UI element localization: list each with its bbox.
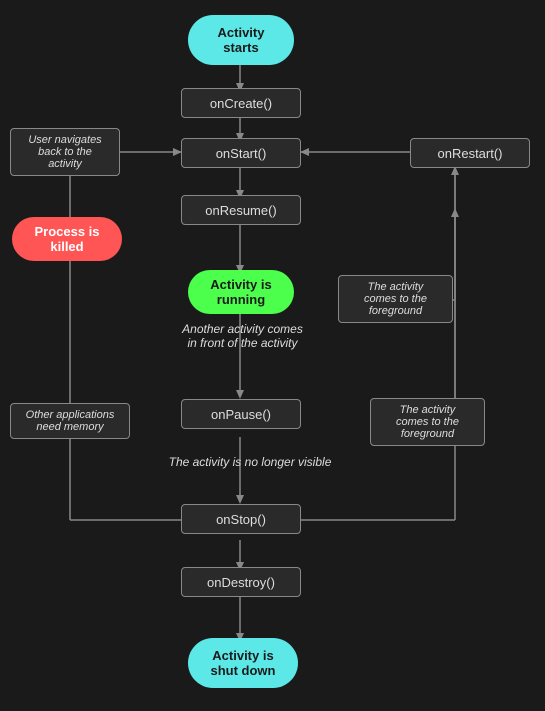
on-restart-node: onRestart() xyxy=(410,138,530,168)
activity-lifecycle-diagram: Activity starts onCreate() User navigate… xyxy=(0,0,545,711)
other-apps-label: Other applications need memory xyxy=(10,403,130,439)
on-pause-node: onPause() xyxy=(181,399,301,429)
activity-shutdown-node: Activity is shut down xyxy=(188,638,298,688)
user-navigates-label: User navigates back to the activity xyxy=(10,128,120,176)
on-resume-node: onResume() xyxy=(181,195,301,225)
on-create-node: onCreate() xyxy=(181,88,301,118)
no-longer-visible-label: The activity is no longer visible xyxy=(150,455,350,469)
on-stop-node: onStop() xyxy=(181,504,301,534)
activity-foreground1-label: The activity comes to the foreground xyxy=(338,275,453,323)
activity-running-node: Activity is running xyxy=(188,270,294,314)
on-start-node: onStart() xyxy=(181,138,301,168)
activity-foreground2-label: The activity comes to the foreground xyxy=(370,398,485,446)
activity-starts-node: Activity starts xyxy=(188,15,294,65)
on-destroy-node: onDestroy() xyxy=(181,567,301,597)
another-activity-label: Another activity comes in front of the a… xyxy=(155,322,330,350)
process-killed-node: Process is killed xyxy=(12,217,122,261)
